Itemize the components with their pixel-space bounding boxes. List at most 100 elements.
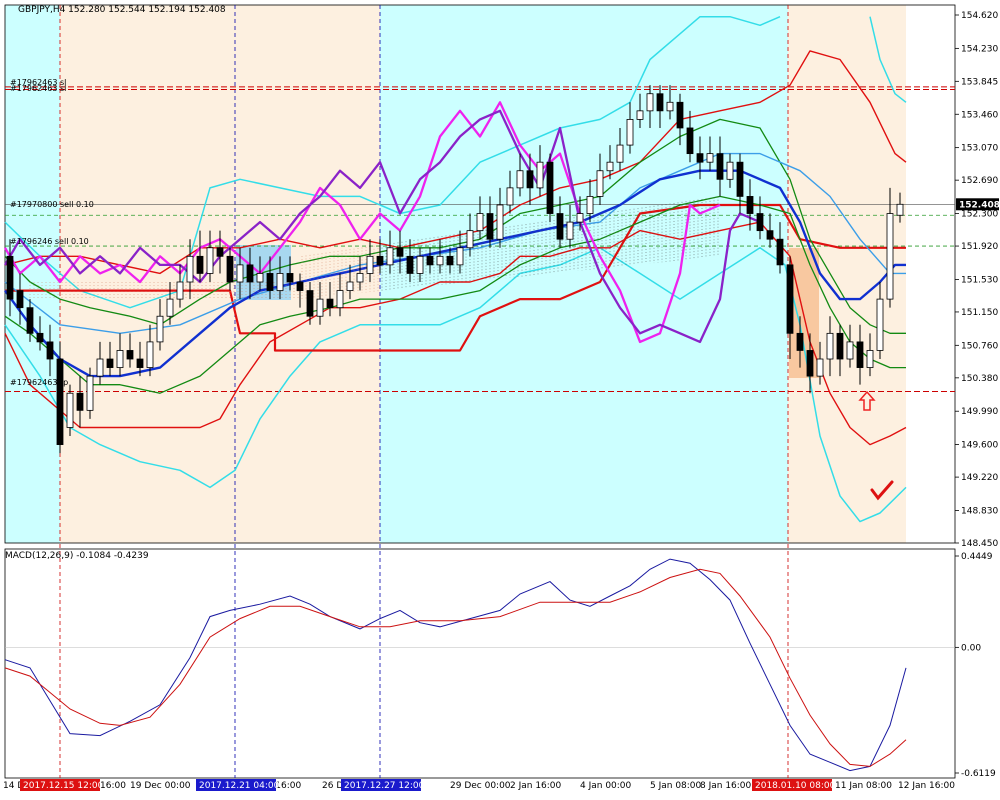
candle-body xyxy=(166,298,174,317)
price-tick-label: 150.760 xyxy=(961,341,998,351)
candle-body xyxy=(156,315,164,343)
time-label: 12 Jan 16:00 xyxy=(898,781,955,791)
candle-body xyxy=(586,196,594,214)
candle-body xyxy=(736,161,744,197)
price-tick-label: 154.620 xyxy=(961,11,998,21)
highlight-orange-box xyxy=(789,248,819,378)
price-tick-label: 152.690 xyxy=(961,176,998,186)
price-tick-label: 151.530 xyxy=(961,275,998,285)
candle-body xyxy=(266,273,274,291)
price-tick-label: 150.380 xyxy=(961,374,998,384)
candle-body xyxy=(836,332,844,360)
price-tick-label: 154.230 xyxy=(961,44,998,54)
candle-body xyxy=(616,144,624,163)
tp-label: #17962463 tp xyxy=(10,378,69,387)
candle-body xyxy=(126,350,134,360)
candle-body xyxy=(526,170,534,189)
candle-body xyxy=(856,341,864,368)
candle-body xyxy=(776,238,784,266)
candle-body xyxy=(596,170,604,197)
candle-body xyxy=(796,332,804,351)
candle-body xyxy=(746,196,754,214)
candle-body xyxy=(66,392,74,428)
time-marker-label: 2018.01.10 08:00 xyxy=(755,781,836,791)
current-price-label: 152.408 xyxy=(959,200,1000,210)
macd-tick-label: 0.00 xyxy=(961,643,981,653)
candle-body xyxy=(316,298,324,317)
candle-body xyxy=(536,161,544,189)
candle-body xyxy=(296,281,304,291)
candle-body xyxy=(666,101,674,112)
price-tick-label: 153.845 xyxy=(961,77,998,87)
price-tick-label: 149.600 xyxy=(961,441,998,451)
candle-body xyxy=(206,247,214,274)
symbol-header: GBPJPY,H4 152.280 152.544 152.194 152.40… xyxy=(18,5,226,15)
candle-body xyxy=(566,221,574,240)
macd-header: MACD(12,26,9) -0.1084 -0.4239 xyxy=(5,551,149,561)
candle-body xyxy=(376,255,384,266)
candle-body xyxy=(136,358,144,368)
price-tick-label: 152.300 xyxy=(961,210,998,220)
price-tick-label: 151.920 xyxy=(961,242,998,252)
time-label: 2 Jan 16:00 xyxy=(510,781,562,791)
candle-body xyxy=(336,290,344,309)
candle-body xyxy=(876,298,884,351)
candle-body xyxy=(686,127,694,155)
sl-label-2: #17962463 sl xyxy=(10,84,67,93)
macd-panel xyxy=(4,548,956,779)
candle-body xyxy=(656,93,664,112)
time-label: 8 Jan 16:00 xyxy=(700,781,752,791)
candle-body xyxy=(716,153,724,180)
price-tick-label: 153.460 xyxy=(961,110,998,120)
candle-body xyxy=(386,247,394,266)
sell-order-label-2: #1796246 sell 0.10 xyxy=(10,237,89,246)
time-label: 4 Jan 00:00 xyxy=(580,781,632,791)
candle-body xyxy=(456,247,464,266)
price-tick-label: 151.150 xyxy=(961,308,998,318)
candle-body xyxy=(486,213,494,240)
candle-body xyxy=(246,264,254,283)
candle-body xyxy=(766,230,774,240)
candle-body xyxy=(116,350,124,368)
macd-tick-label: 0.4449 xyxy=(961,552,993,562)
candle-body xyxy=(96,358,104,377)
candle-body xyxy=(146,341,154,368)
candle-body xyxy=(786,264,794,334)
candle-body xyxy=(56,358,64,445)
candle-body xyxy=(196,255,204,274)
candle-body xyxy=(86,375,94,411)
price-tick-label: 153.070 xyxy=(961,144,998,154)
time-label: 11 Jan 08:00 xyxy=(835,781,892,791)
candle-body xyxy=(636,110,644,120)
time-marker-label: 2017.12.21 04:00 xyxy=(199,781,280,791)
candle-body xyxy=(426,255,434,266)
candle-body xyxy=(106,358,114,368)
candle-body xyxy=(326,298,334,309)
candle-body xyxy=(226,255,234,283)
candle-body xyxy=(626,119,634,146)
candle-body xyxy=(826,332,834,360)
candle-body xyxy=(506,187,514,206)
candle-body xyxy=(516,170,524,189)
candle-body xyxy=(36,332,44,343)
candle-body xyxy=(406,255,414,274)
candle-body xyxy=(256,273,264,283)
candle-body xyxy=(646,93,654,112)
candle-body xyxy=(416,255,424,274)
candle-body xyxy=(846,341,854,360)
time-label: 26 D xyxy=(322,781,343,791)
candle-body xyxy=(76,392,84,411)
price-chart[interactable]: 154.620 154.230 153.845 153.460 153.070 152.6… xyxy=(0,0,1000,800)
candle-body xyxy=(176,281,184,300)
candle-body xyxy=(496,204,504,240)
candle-body xyxy=(896,203,904,216)
time-label: 19 Dec 00:00 xyxy=(130,781,191,791)
candle-body xyxy=(476,213,484,232)
candle-body xyxy=(366,255,374,274)
candle-body xyxy=(46,341,54,360)
candle-body xyxy=(696,153,704,163)
candle-body xyxy=(606,161,614,172)
price-tick-label: 149.220 xyxy=(961,473,998,483)
candle-body xyxy=(346,281,354,291)
candle-body xyxy=(396,247,404,257)
